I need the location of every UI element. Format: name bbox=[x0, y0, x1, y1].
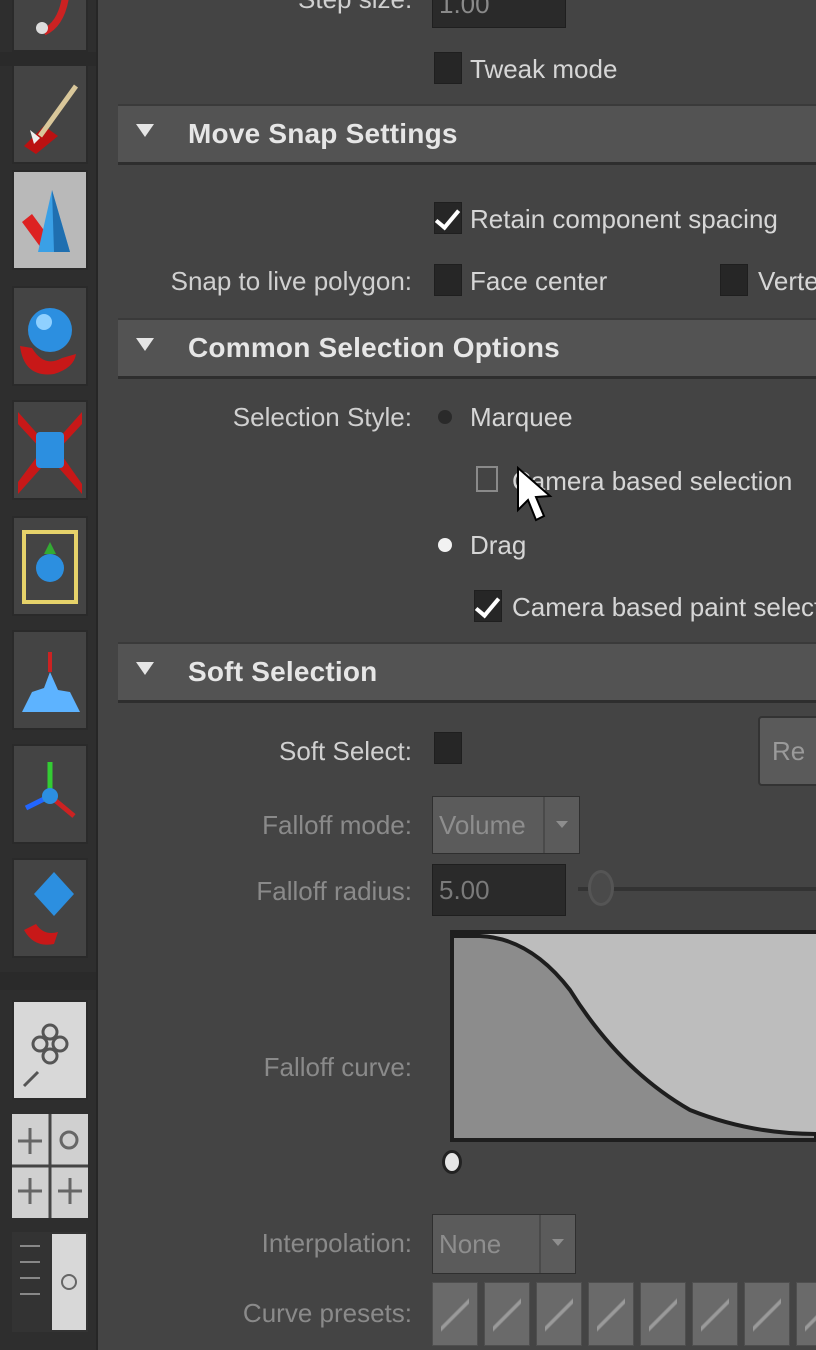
falloff-curve-graph[interactable] bbox=[450, 930, 816, 1142]
single-view-button[interactable] bbox=[12, 1000, 88, 1100]
falloff-mode-dropdown[interactable]: Volume bbox=[432, 796, 580, 854]
collapse-triangle-icon bbox=[136, 662, 154, 675]
marquee-radio[interactable] bbox=[438, 410, 452, 424]
universal-manipulator-icon bbox=[22, 530, 78, 604]
side-by-side-layout-icon bbox=[20, 1234, 86, 1330]
rotate-tool-button[interactable] bbox=[12, 286, 88, 386]
falloff-curve-label: Falloff curve: bbox=[263, 1052, 412, 1082]
reset-button[interactable]: Re bbox=[758, 716, 816, 786]
tweak-mode-label: Tweak mode bbox=[470, 54, 618, 84]
interpolation-value: None bbox=[439, 1229, 502, 1259]
last-tool-button[interactable] bbox=[12, 858, 88, 958]
curve-preset-button[interactable] bbox=[484, 1282, 530, 1346]
lasso-tool-button[interactable] bbox=[12, 0, 88, 52]
falloff-radius-label: Falloff radius: bbox=[256, 876, 412, 906]
falloff-mode-label: Falloff mode: bbox=[262, 810, 412, 840]
scale-tool-icon bbox=[18, 412, 82, 494]
show-manipulator-button[interactable] bbox=[12, 744, 88, 844]
camera-based-selection-checkbox[interactable] bbox=[476, 466, 498, 492]
curve-preset-button[interactable] bbox=[536, 1282, 582, 1346]
curve-preset-button[interactable] bbox=[692, 1282, 738, 1346]
side-by-side-layout-button[interactable] bbox=[12, 1232, 88, 1332]
section-title: Move Snap Settings bbox=[188, 118, 458, 149]
falloff-radius-slider-handle[interactable] bbox=[588, 870, 614, 906]
camera-based-selection-label: Camera based selection bbox=[512, 466, 793, 496]
soft-select-label: Soft Select: bbox=[279, 736, 412, 766]
chevron-down-icon bbox=[543, 797, 579, 853]
selection-style-label: Selection Style: bbox=[232, 402, 412, 432]
retain-component-spacing-label: Retain component spacing bbox=[470, 204, 778, 234]
move-tool-button[interactable] bbox=[12, 170, 88, 270]
drag-radio[interactable] bbox=[438, 538, 452, 552]
face-center-label: Face center bbox=[470, 266, 608, 296]
collapse-triangle-icon bbox=[136, 124, 154, 137]
collapse-triangle-icon bbox=[136, 338, 154, 351]
soft-mod-tool-icon bbox=[22, 652, 80, 712]
curve-preset-button[interactable] bbox=[744, 1282, 790, 1346]
universal-manipulator-button[interactable] bbox=[12, 516, 88, 616]
soft-selection-header[interactable]: Soft Selection bbox=[118, 642, 816, 703]
vertex-label: Verte bbox=[758, 266, 816, 296]
falloff-radius-field[interactable]: 5.00 bbox=[432, 864, 566, 916]
move-tool-icon bbox=[22, 190, 70, 252]
step-size-field[interactable]: 1.00 bbox=[432, 0, 566, 28]
snap-to-live-polygon-label: Snap to live polygon: bbox=[170, 266, 412, 296]
curve-preset-button[interactable] bbox=[796, 1282, 816, 1346]
curve-presets-label: Curve presets: bbox=[242, 1298, 412, 1328]
common-selection-options-header[interactable]: Common Selection Options bbox=[118, 318, 816, 379]
camera-based-paint-selection-checkbox[interactable] bbox=[474, 590, 502, 622]
curve-preset-button[interactable] bbox=[640, 1282, 686, 1346]
falloff-mode-value: Volume bbox=[439, 810, 526, 840]
show-manipulator-icon bbox=[24, 762, 76, 818]
toolbar-divider bbox=[0, 972, 96, 990]
tool-box bbox=[0, 0, 98, 1350]
chevron-down-icon bbox=[539, 1215, 575, 1273]
rotate-tool-icon bbox=[20, 308, 76, 375]
soft-select-checkbox[interactable] bbox=[434, 732, 462, 764]
paint-select-tool-button[interactable] bbox=[12, 64, 88, 164]
curve-key-handle[interactable] bbox=[442, 1150, 462, 1174]
interpolation-label: Interpolation: bbox=[261, 1228, 412, 1258]
section-title: Soft Selection bbox=[188, 656, 378, 687]
step-size-label: Step size: bbox=[298, 0, 412, 15]
interpolation-dropdown[interactable]: None bbox=[432, 1214, 576, 1274]
drag-label: Drag bbox=[470, 530, 527, 560]
last-tool-icon bbox=[24, 872, 74, 945]
section-title: Common Selection Options bbox=[188, 332, 560, 363]
move-snap-settings-header[interactable]: Move Snap Settings bbox=[118, 104, 816, 165]
single-view-icon bbox=[22, 1023, 69, 1088]
retain-component-spacing-checkbox[interactable] bbox=[434, 202, 462, 234]
curve-preset-button[interactable] bbox=[588, 1282, 634, 1346]
four-view-layout-button[interactable] bbox=[12, 1114, 88, 1218]
paint-select-tool-icon bbox=[24, 84, 79, 154]
vertex-checkbox[interactable] bbox=[720, 264, 748, 296]
camera-based-paint-selection-label: Camera based paint selectio bbox=[512, 592, 816, 622]
face-center-checkbox[interactable] bbox=[434, 264, 462, 296]
mouse-cursor-icon bbox=[517, 466, 553, 522]
curve-preset-button[interactable] bbox=[432, 1282, 478, 1346]
tweak-mode-checkbox[interactable] bbox=[434, 52, 462, 84]
marquee-label: Marquee bbox=[470, 402, 573, 432]
four-view-layout-icon bbox=[12, 1114, 88, 1218]
lasso-tool-icon bbox=[36, 0, 69, 36]
tool-settings-panel: Step size: 1.00 Tweak mode Move Snap Set… bbox=[98, 0, 816, 1350]
scale-tool-button[interactable] bbox=[12, 400, 88, 500]
soft-mod-tool-button[interactable] bbox=[12, 630, 88, 730]
